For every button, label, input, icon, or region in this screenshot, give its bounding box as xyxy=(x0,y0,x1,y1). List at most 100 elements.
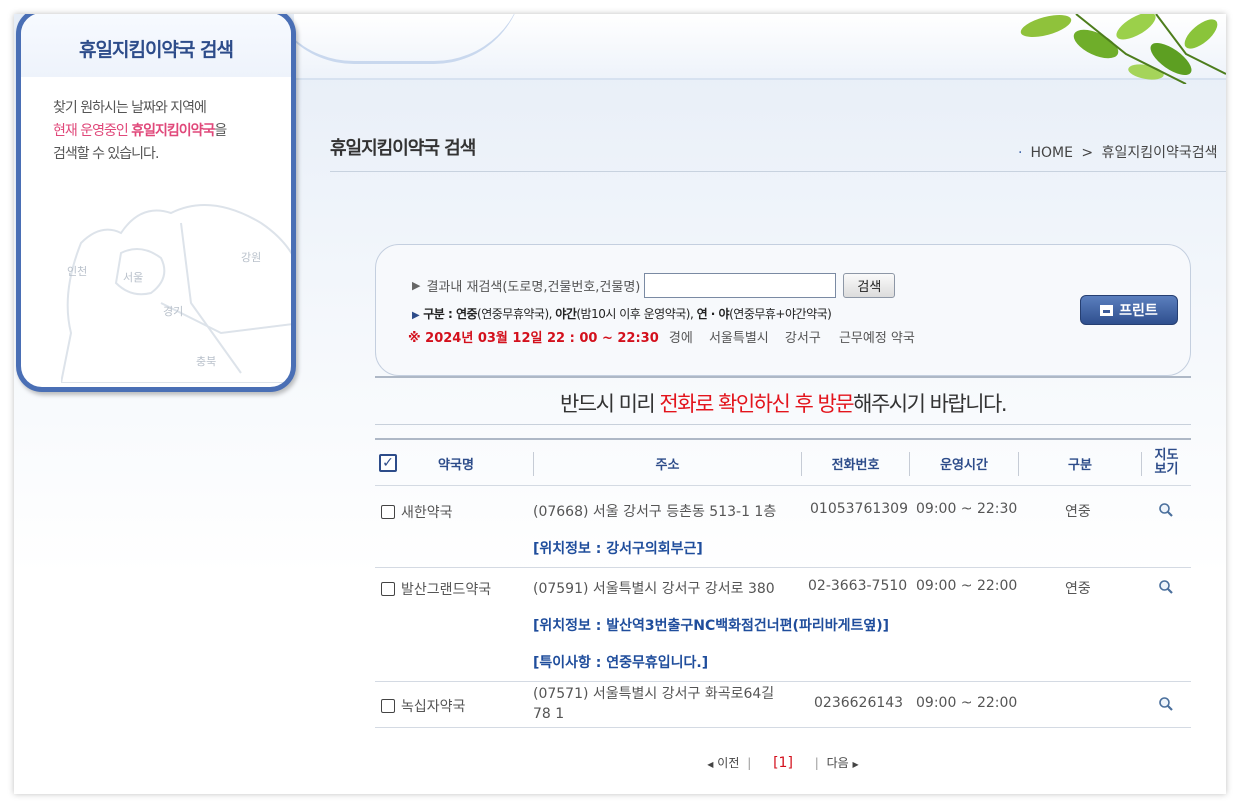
notice-divider-bottom xyxy=(375,424,1191,425)
triangle-bullet-icon: ▶ xyxy=(412,310,420,321)
sidebar-desc-highlight: 현재 운영중인 xyxy=(53,123,132,139)
next-arrow-icon: ▶ xyxy=(852,760,859,769)
breadcrumb-home[interactable]: HOME xyxy=(1030,145,1072,161)
pharmacy-phone: 02-3663-7510 xyxy=(808,578,908,594)
column-header-hours: 운영시간 xyxy=(940,457,988,473)
page-frame: 휴일지킴이약국 검색 찾기 원하시는 날짜와 지역에 현재 운영중인 휴일지킴이… xyxy=(14,14,1226,794)
current-page[interactable]: [1] xyxy=(773,755,793,771)
sidebar-desc-line2: 현재 운영중인 휴일지킴이약국을 xyxy=(53,120,283,143)
notice-part3: 해주시기 바랍니다. xyxy=(853,392,1007,416)
pharmacy-name-cell: 새한약국 xyxy=(381,502,453,522)
search-region-suffix: 근무예정 약국 xyxy=(838,331,915,346)
sidebar-desc-line1: 찾기 원하시는 날짜와 지역에 xyxy=(53,100,207,116)
pharmacy-address-line1: (07571) 서울특별시 강서구 화곡로64길 xyxy=(533,686,775,702)
map-label-seoul: 서울 xyxy=(123,271,143,284)
map-label-gyeonggi: 경기 xyxy=(163,305,183,318)
map-search-icon[interactable] xyxy=(1158,579,1174,595)
pharmacy-phone: 01053761309 xyxy=(810,501,908,517)
pharmacy-phone: 0236626143 xyxy=(814,695,904,711)
sidebar-desc-line3: 검색할 수 있습니다. xyxy=(53,146,159,162)
sidebar-desc-suffix: 을 xyxy=(214,123,227,139)
pharmacy-name: 녹십자약국 xyxy=(401,699,466,715)
pharmacy-name-cell: 발산그랜드약국 xyxy=(381,579,491,599)
pharmacy-type: 연중 xyxy=(1065,504,1091,520)
legend-type-c: 연 · 야 xyxy=(696,307,730,321)
pager-divider: | xyxy=(747,756,752,770)
row-checkbox[interactable] xyxy=(381,505,395,519)
map-search-icon[interactable] xyxy=(1158,696,1174,712)
pharmacy-type: 연중 xyxy=(1065,581,1091,597)
page-title: 휴일지킴이약국 검색 xyxy=(330,138,476,159)
pharmacy-hours: 09:00 ~ 22:00 xyxy=(916,578,1018,594)
search-date-suffix: 경에 xyxy=(668,331,693,346)
legend-row: ▶ 구분 : 연중(연중무휴약국), 야간(밤10시 이후 운영약국), 연 · … xyxy=(412,305,832,322)
map-search-icon[interactable] xyxy=(1158,502,1174,518)
prev-arrow-icon: ◀ xyxy=(707,760,714,769)
sidebar-panel: 휴일지킴이약국 검색 찾기 원하시는 날짜와 지역에 현재 운영중인 휴일지킴이… xyxy=(16,14,296,392)
sidebar-description: 찾기 원하시는 날짜와 지역에 현재 운영중인 휴일지킴이약국을 검색할 수 있… xyxy=(53,97,283,166)
column-header-type: 구분 xyxy=(1068,457,1092,473)
printer-icon xyxy=(1100,304,1114,316)
search-condition-row: ※ 2024년 03월 12일 22 : 00 ~ 22:30 경에 서울특별시… xyxy=(408,327,915,346)
search-button[interactable]: 검색 xyxy=(843,273,896,298)
search-datetime: ※ 2024년 03월 12일 22 : 00 ~ 22:30 xyxy=(408,331,659,346)
map-label-incheon: 인천 xyxy=(67,264,87,278)
pharmacy-name-cell: 녹십자약국 xyxy=(381,696,465,716)
pharmacy-hours: 09:00 ~ 22:00 xyxy=(916,695,1018,711)
prev-page-link[interactable]: 이전 xyxy=(717,756,739,770)
breadcrumb-current: 휴일지킴이약국검색 xyxy=(1101,145,1218,161)
search-input[interactable] xyxy=(644,273,837,298)
column-header-phone: 전화번호 xyxy=(831,457,880,473)
pager-divider: | xyxy=(814,756,819,770)
table-row: 발산그랜드약국 (07591) 서울특별시 강서구 강서로 380 02-366… xyxy=(375,568,1191,682)
column-header-address: 주소 xyxy=(655,457,680,473)
table-header: ✓ 약국명 주소 전화번호 운영시간 구분 지도 보기 xyxy=(375,438,1191,486)
next-page-link[interactable]: 다음 xyxy=(827,756,849,770)
legend-type-a-desc: (연중무휴약국), xyxy=(477,307,556,321)
search-label: 결과내 재검색(도로명,건물번호,건물명) xyxy=(426,280,641,295)
location-info: [위치정보 : 강서구의회부근] xyxy=(533,541,703,557)
notice-divider-top xyxy=(375,376,1191,378)
triangle-bullet-icon: ▶ xyxy=(412,279,421,292)
pharmacy-address-line2: 78 1 xyxy=(533,706,565,722)
column-header-name: 약국명 xyxy=(438,457,474,473)
leaves-decoration xyxy=(1020,14,1226,84)
breadcrumb-separator: > xyxy=(1081,145,1094,161)
table-row: 녹십자약국 (07571) 서울특별시 강서구 화곡로64길 78 1 0236… xyxy=(375,682,1191,728)
search-region-district: 강서구 xyxy=(784,331,821,346)
column-header-map: 지도 보기 xyxy=(1142,440,1191,486)
search-region-city: 서울특별시 xyxy=(708,331,769,346)
sidebar-desc-highlight-bold: 휴일지킴이약국 xyxy=(131,123,215,139)
pharmacy-address: (07668) 서울 강서구 등촌동 513-1 1층 xyxy=(533,504,777,520)
print-button-label: 프린트 xyxy=(1119,303,1158,319)
legend-type-a: 연중 xyxy=(455,307,478,321)
table-row: 새한약국 (07668) 서울 강서구 등촌동 513-1 1층 0105376… xyxy=(375,486,1191,568)
row-checkbox[interactable] xyxy=(381,699,395,713)
legend-type-b-desc: (밤10시 이후 운영약국), xyxy=(576,307,697,321)
pharmacy-name: 발산그랜드약국 xyxy=(401,582,492,598)
breadcrumb: · HOME > 휴일지킴이약국검색 xyxy=(1018,142,1218,162)
notice-highlight: 전화로 확인하신 후 방문 xyxy=(659,392,854,416)
map-label-chungbuk: 충북 xyxy=(196,355,216,368)
column-header-map-line1: 지도 xyxy=(1154,448,1179,463)
print-button[interactable]: 프린트 xyxy=(1080,295,1178,325)
title-divider xyxy=(330,171,1226,172)
legend-prefix: 구분 : xyxy=(423,307,456,321)
location-info: [위치정보 : 발산역3번출구NC백화점건너편(파리바게트옆)] xyxy=(533,618,890,634)
legend-type-c-desc: (연중무휴+야간약국) xyxy=(729,307,832,321)
map-label-gangwon: 강원 xyxy=(241,251,261,264)
column-header-map-line2: 보기 xyxy=(1154,462,1179,477)
pharmacy-address: (07571) 서울특별시 강서구 화곡로64길 78 1 xyxy=(533,684,774,724)
sidebar-title: 휴일지킴이약국 검색 xyxy=(79,39,234,61)
notice-part1: 반드시 미리 xyxy=(559,392,660,416)
pharmacy-name: 새한약국 xyxy=(401,505,453,521)
pharmacy-table: ✓ 약국명 주소 전화번호 운영시간 구분 지도 보기 새한약국 (07668)… xyxy=(375,438,1191,728)
search-panel: ▶ 결과내 재검색(도로명,건물번호,건물명) 검색 ▶ 구분 : 연중(연중무휴… xyxy=(375,244,1191,376)
row-checkbox[interactable] xyxy=(381,582,395,596)
bullet-icon: · xyxy=(1018,145,1023,161)
legend-type-b: 야간 xyxy=(555,307,577,321)
special-note: [특이사항 : 연중무휴입니다.] xyxy=(533,655,709,671)
pharmacy-address: (07591) 서울특별시 강서구 강서로 380 xyxy=(533,581,775,597)
select-all-checkbox[interactable]: ✓ xyxy=(379,454,397,472)
notice-message: 반드시 미리 전화로 확인하신 후 방문해주시기 바랍니다. xyxy=(375,388,1191,418)
